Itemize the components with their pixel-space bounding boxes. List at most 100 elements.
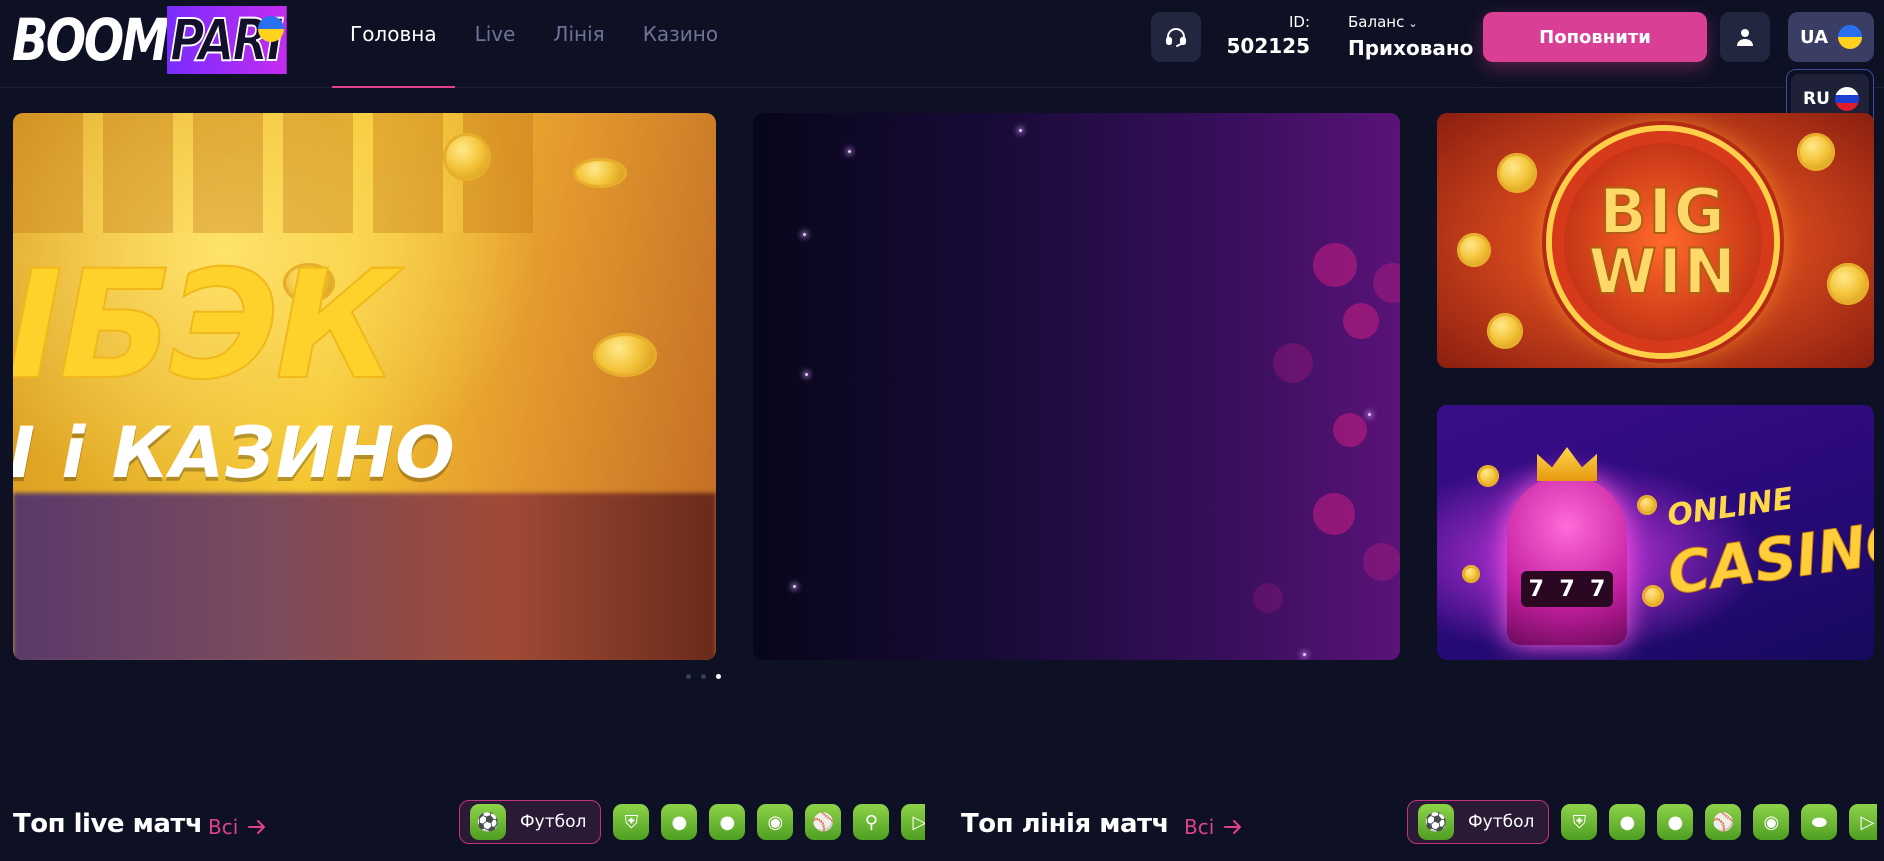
balance-toggle[interactable]: Баланс ⌄ Приховано — [1348, 12, 1473, 62]
chevron-down-icon: ⌄ — [1408, 17, 1418, 30]
coin-icon — [443, 133, 491, 181]
top-live-all-link[interactable]: Всі — [208, 815, 266, 839]
sparkle — [793, 585, 796, 588]
banner-subheadline: І і КАЗИНО — [13, 412, 456, 494]
tennis-icon[interactable]: ● — [1657, 804, 1694, 840]
sparkle — [1019, 129, 1022, 132]
slot-reels: 7 7 7 — [1521, 571, 1613, 607]
hockey-icon[interactable]: ⛨ — [1561, 804, 1598, 840]
arrow-right-icon — [1224, 820, 1242, 834]
support-button[interactable] — [1151, 12, 1201, 62]
nav-live[interactable]: Live — [475, 0, 516, 88]
coin-icon — [1827, 263, 1869, 305]
football-icon: ⚽ — [1418, 804, 1454, 840]
account-id: ID: 502125 — [1225, 12, 1311, 60]
carousel-dot-active[interactable] — [716, 674, 721, 679]
carousel-dot[interactable] — [686, 674, 691, 679]
coin-icon — [1487, 313, 1523, 349]
nav-casino[interactable]: Казино — [643, 0, 718, 88]
profile-button[interactable] — [1720, 12, 1770, 62]
promo-banner-center[interactable] — [753, 113, 1400, 660]
table-tennis-icon[interactable]: ⚲ — [853, 804, 890, 840]
sparkle — [848, 150, 851, 153]
line-sport-filter: ⚽ Футбол ⛨ ● ● ⚾ ◉ ⬬ ▷ — [1407, 800, 1877, 844]
hockey-icon[interactable]: ⛨ — [613, 804, 650, 840]
ua-flag-icon — [1838, 25, 1862, 49]
language-current: UA — [1800, 26, 1828, 48]
headset-icon — [1166, 28, 1186, 47]
esports-icon[interactable]: ▷ — [901, 804, 925, 840]
american-football-icon[interactable]: ⬬ — [1801, 804, 1838, 840]
slot-machine-illustration: 7 7 7 — [1507, 447, 1627, 645]
decor-bubble — [1363, 543, 1400, 581]
coin-icon — [573, 158, 627, 188]
promo-banner-big-win[interactable]: BIG WIN — [1437, 113, 1874, 368]
logo[interactable]: BOOMPARI — [12, 6, 347, 74]
decor-bubble — [1313, 243, 1357, 287]
slot-reel: 7 — [1528, 576, 1544, 602]
coin-icon — [1477, 465, 1499, 487]
language-code: RU — [1803, 89, 1830, 109]
coin-icon — [1462, 565, 1480, 583]
coin-icon — [1797, 133, 1835, 171]
coin-icon — [1497, 153, 1537, 193]
football-icon: ⚽ — [470, 804, 506, 840]
nav-line[interactable]: Лінія — [553, 0, 604, 88]
all-link-label: Всі — [208, 815, 239, 839]
promo-banner-online-casino[interactable]: 7 7 7 ONLINE CASINO — [1437, 405, 1874, 660]
sparkle — [1303, 653, 1306, 656]
decor-bubble — [1333, 413, 1367, 447]
baseball-icon[interactable]: ⚾ — [1705, 804, 1742, 840]
volleyball-icon[interactable]: ◉ — [757, 804, 794, 840]
balance-value: Приховано — [1348, 36, 1474, 60]
baseball-icon[interactable]: ⚾ — [805, 804, 842, 840]
topup-button[interactable]: Поповнити — [1483, 12, 1707, 62]
language-selector[interactable]: UA — [1788, 12, 1874, 62]
banner-headline: ІБЭК — [13, 239, 399, 413]
top-line-all-link[interactable]: Всі — [1184, 815, 1242, 839]
sport-tab-label: Футбол — [1468, 812, 1535, 832]
coin-icon — [1457, 233, 1491, 267]
decor-bubble — [1273, 343, 1313, 383]
big-win-line1: BIG — [1598, 175, 1727, 248]
logo-boom-text: BOOM — [12, 6, 169, 74]
top-live-title: Топ live матч — [13, 809, 203, 839]
all-link-label: Всі — [1184, 815, 1215, 839]
decor-bubble — [1343, 303, 1379, 339]
coin-icon — [593, 333, 657, 377]
carousel-dot[interactable] — [701, 674, 706, 679]
esports-icon[interactable]: ▷ — [1849, 804, 1877, 840]
balance-label: Баланс — [1348, 13, 1405, 31]
ua-flag-icon — [258, 16, 284, 42]
coin-icon — [1637, 495, 1657, 515]
basketball-icon[interactable]: ● — [1609, 804, 1646, 840]
carousel-pagination — [686, 674, 721, 679]
crown-icon — [1537, 447, 1597, 481]
nav-home[interactable]: Головна — [332, 0, 455, 88]
top-header: BOOMPARI Головна Live Лінія Казино ID: 5… — [0, 0, 1884, 88]
live-sport-filter: ⚽ Футбол ⛨ ● ● ◉ ⚾ ⚲ ▷ — [459, 800, 925, 844]
basketball-icon[interactable]: ● — [661, 804, 698, 840]
account-id-label: ID: — [1288, 13, 1310, 31]
line-sport-tab-football[interactable]: ⚽ Футбол — [1407, 800, 1550, 844]
tennis-icon[interactable]: ● — [709, 804, 746, 840]
decor-bubble — [1313, 493, 1355, 535]
sparkle — [805, 373, 808, 376]
promo-banner-cashback[interactable]: ІБЭК І і КАЗИНО — [13, 113, 716, 660]
account-id-value: 502125 — [1226, 34, 1311, 58]
volleyball-icon[interactable]: ◉ — [1753, 804, 1790, 840]
coin-icon — [1642, 585, 1664, 607]
sparkle — [1368, 413, 1371, 416]
live-sport-tab-football[interactable]: ⚽ Футбол — [459, 800, 602, 844]
banner-background-art — [13, 493, 716, 660]
ru-flag-icon — [1835, 87, 1859, 111]
decor-bubble — [1373, 263, 1400, 303]
user-icon — [1737, 29, 1753, 46]
sport-tab-label: Футбол — [520, 812, 587, 832]
slot-reel: 7 — [1559, 576, 1575, 602]
main-nav: Головна Live Лінія Казино — [332, 0, 756, 88]
arrow-right-icon — [248, 820, 266, 834]
top-line-title: Топ лінія матч — [961, 809, 1169, 839]
big-win-line2: WIN — [1587, 235, 1738, 308]
sparkle — [803, 233, 806, 236]
